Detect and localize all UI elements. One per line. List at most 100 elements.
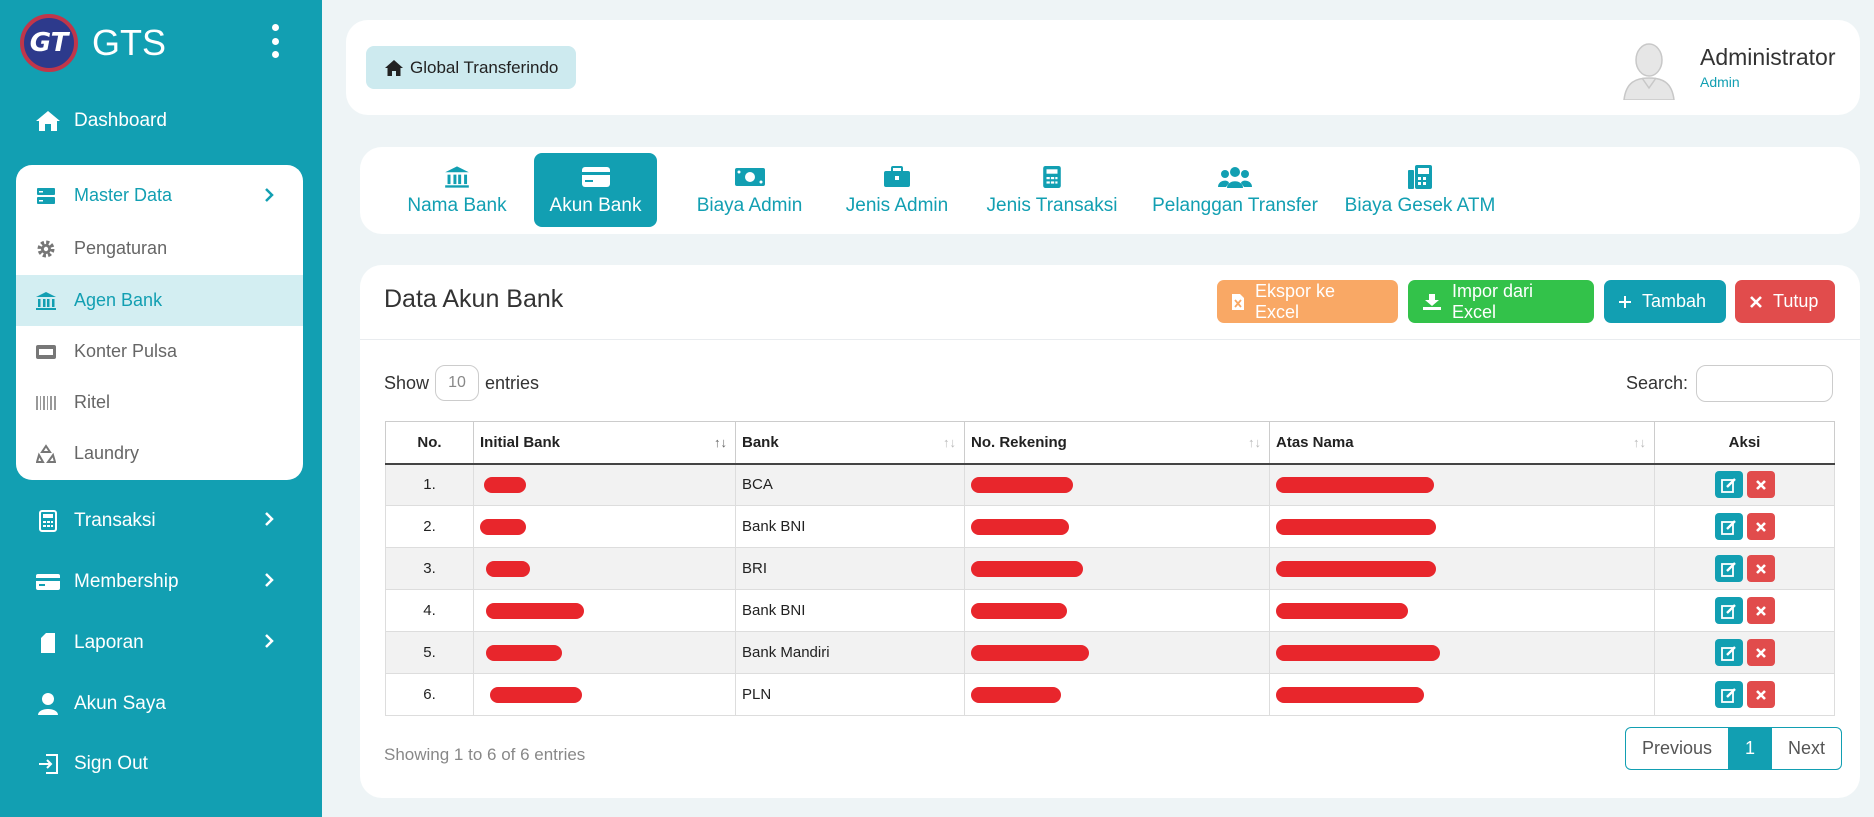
money-icon xyxy=(734,163,766,191)
header-label: No. xyxy=(417,433,442,451)
redaction xyxy=(490,687,582,704)
search-input[interactable] xyxy=(1696,365,1834,402)
edit-button[interactable] xyxy=(1714,639,1743,666)
avatar[interactable] xyxy=(1620,38,1678,101)
sort-icon: ↑↓ xyxy=(943,435,956,450)
sidebar-item-label: Master Data xyxy=(74,185,173,205)
brand-logo: GT xyxy=(20,14,78,72)
cell-no-rekening xyxy=(964,547,1270,590)
page-size-select[interactable]: 10 xyxy=(435,365,480,401)
sidebar: GT GTS Dashboard Master Data Pengaturan xyxy=(0,0,322,817)
cell-bank: Bank Mandiri xyxy=(735,631,965,674)
cell-atas-nama xyxy=(1269,631,1655,674)
sidebar-item-konter-pulsa[interactable]: Konter Pulsa xyxy=(16,326,303,377)
file-excel-icon xyxy=(1231,293,1245,311)
tab-label: Biaya Gesek ATM xyxy=(1344,195,1496,216)
user-role: Admin xyxy=(1700,74,1740,90)
tab-pelanggan-transfer[interactable]: Pelanggan Transfer xyxy=(1145,153,1325,227)
redaction xyxy=(971,603,1067,620)
export-excel-button[interactable]: Ekspor ke Excel xyxy=(1217,280,1398,323)
table-row: 6. PLN xyxy=(385,673,1835,716)
hdd-icon xyxy=(34,340,58,364)
divider xyxy=(360,339,1860,340)
sidebar-item-sign-out[interactable]: Sign Out xyxy=(0,738,322,790)
delete-button[interactable] xyxy=(1746,555,1775,582)
delete-button[interactable] xyxy=(1746,513,1775,540)
button-label: Impor dari Excel xyxy=(1452,280,1534,322)
redaction xyxy=(1276,519,1436,536)
plus-icon xyxy=(1618,295,1632,309)
sidebar-item-dashboard[interactable]: Dashboard xyxy=(0,95,322,147)
barcode-icon xyxy=(34,391,58,415)
brand[interactable]: GT GTS xyxy=(20,14,166,72)
column-header-bank[interactable]: Bank ↑↓ xyxy=(735,421,965,465)
next-page-button[interactable]: Next xyxy=(1772,728,1841,769)
table-row: 1. BCA xyxy=(385,463,1835,506)
users-icon xyxy=(1218,163,1252,191)
search-label: Search: xyxy=(1626,373,1689,393)
tab-biaya-gesek-atm[interactable]: Biaya Gesek ATM xyxy=(1335,153,1505,227)
delete-button[interactable] xyxy=(1746,681,1775,708)
tab-nama-bank[interactable]: Nama Bank xyxy=(400,153,514,227)
sidebar-item-pengaturan[interactable]: Pengaturan xyxy=(16,223,303,274)
edit-button[interactable] xyxy=(1714,681,1743,708)
sidebar-item-membership[interactable]: Membership xyxy=(0,556,322,608)
cell-aksi xyxy=(1654,589,1835,632)
chevron-right-icon xyxy=(264,572,274,594)
cell-bank: PLN xyxy=(735,673,965,716)
tab-jenis-admin[interactable]: Jenis Admin xyxy=(832,153,962,227)
column-header-initial-bank[interactable]: Initial Bank ↑↓ xyxy=(473,421,736,465)
cell-no: 2. xyxy=(385,505,474,548)
sidebar-item-agen-bank[interactable]: Agen Bank xyxy=(16,275,303,326)
delete-button[interactable] xyxy=(1746,471,1775,499)
cell-atas-nama xyxy=(1269,505,1655,548)
redaction xyxy=(1276,645,1440,662)
edit-button[interactable] xyxy=(1714,513,1743,540)
data-table: No. Initial Bank ↑↓ Bank ↑↓ No. Rekening ↑↓… xyxy=(385,421,1835,716)
header-label: Atas Nama xyxy=(1276,433,1354,451)
sidebar-item-master-data[interactable]: Master Data xyxy=(16,170,303,221)
cell-atas-nama xyxy=(1269,547,1655,590)
add-button[interactable]: Tambah xyxy=(1604,280,1726,323)
edit-button[interactable] xyxy=(1714,597,1743,624)
previous-page-button[interactable]: Previous xyxy=(1626,728,1730,769)
import-excel-button[interactable]: Impor dari Excel xyxy=(1408,280,1594,323)
tab-biaya-admin[interactable]: Biaya Admin xyxy=(682,153,817,227)
sidebar-item-label: Sign Out xyxy=(74,753,148,774)
sidebar-item-laporan[interactable]: Laporan xyxy=(0,617,322,669)
top-bar: Global Transferindo Administrator Admin xyxy=(346,20,1860,115)
cell-atas-nama xyxy=(1269,589,1655,632)
sidebar-item-ritel[interactable]: Ritel xyxy=(16,377,303,428)
cell-aksi xyxy=(1654,505,1835,548)
cell-aksi xyxy=(1654,463,1835,506)
edit-button[interactable] xyxy=(1714,471,1743,499)
delete-button[interactable] xyxy=(1746,597,1775,624)
home-breadcrumb[interactable]: Global Transferindo xyxy=(366,46,577,89)
home-label: Global Transferindo xyxy=(410,57,559,77)
sidebar-item-label: Dashboard xyxy=(74,110,167,131)
tab-akun-bank[interactable]: Akun Bank xyxy=(534,153,657,227)
cell-no-rekening xyxy=(964,673,1270,716)
redaction xyxy=(486,561,530,578)
cell-no: 1. xyxy=(385,463,474,506)
button-label: Tutup xyxy=(1773,291,1819,311)
close-button[interactable]: Tutup xyxy=(1735,280,1835,323)
cell-aksi xyxy=(1654,673,1835,716)
sidebar-item-transaksi[interactable]: Transaksi xyxy=(0,495,322,547)
column-header-no[interactable]: No. xyxy=(385,421,474,465)
user-icon xyxy=(34,690,62,718)
data-card: Data Akun Bank Ekspor ke Excel Impor dar… xyxy=(360,265,1860,798)
edit-button[interactable] xyxy=(1714,555,1743,582)
column-header-no-rekening[interactable]: No. Rekening ↑↓ xyxy=(964,421,1270,465)
kebab-menu-icon[interactable] xyxy=(268,24,282,58)
sidebar-item-laundry[interactable]: Laundry xyxy=(16,428,303,479)
server-icon xyxy=(34,184,58,208)
sidebar-item-label: Konter Pulsa xyxy=(74,341,178,361)
recycle-icon xyxy=(34,442,58,466)
sidebar-item-akun-saya[interactable]: Akun Saya xyxy=(0,678,322,730)
column-header-atas-nama[interactable]: Atas Nama ↑↓ xyxy=(1269,421,1655,465)
tab-jenis-transaksi[interactable]: Jenis Transaksi xyxy=(972,153,1132,227)
delete-button[interactable] xyxy=(1746,639,1775,666)
page-1-button[interactable]: 1 xyxy=(1729,728,1773,769)
sidebar-item-label: Akun Saya xyxy=(74,693,166,714)
